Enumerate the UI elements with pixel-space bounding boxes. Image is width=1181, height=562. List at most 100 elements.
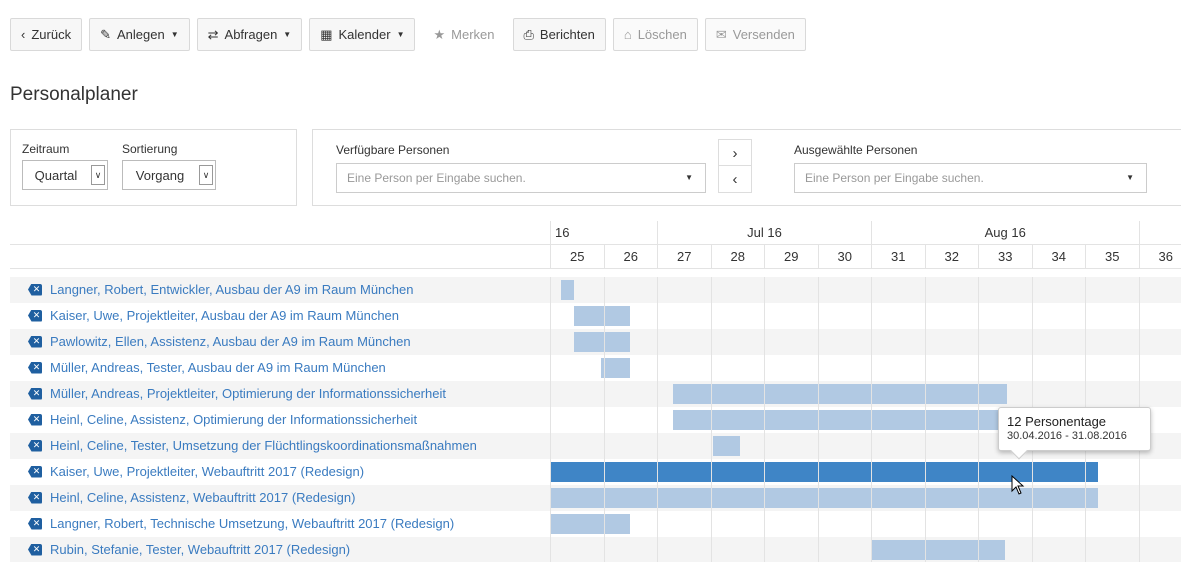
remove-assignment-icon[interactable]: ✕ xyxy=(28,439,42,452)
gantt-row: ✕ Kaiser, Uwe, Projektleiter, Webauftritt… xyxy=(10,459,1181,485)
assignment-label: Langner, Robert, Entwickler, Ausbau der … xyxy=(50,282,414,297)
chevron-down-icon: ∨ xyxy=(199,165,213,185)
mouse-pointer-icon xyxy=(1011,475,1025,495)
trash-icon: ⌂ xyxy=(623,27,632,42)
assignment-link[interactable]: ✕ Müller, Andreas, Tester, Ausbau der A9 … xyxy=(28,360,386,375)
month-header-cell: Aug 16 xyxy=(871,221,1139,245)
toolbar: ‹ Zurück ✎ Anlegen ▼ ⇄ Abfragen ▼ ▦ Kale… xyxy=(10,18,813,51)
week-grid-line xyxy=(550,277,551,562)
month-header-cell: Jul 16 xyxy=(657,221,871,245)
retweet-icon: ⇄ xyxy=(207,26,219,42)
assignment-link[interactable]: ✕ Müller, Andreas, Projektleiter, Optimie… xyxy=(28,386,446,401)
gantt-row: ✕ Heinl, Celine, Assistenz, Webauftritt 2… xyxy=(10,485,1181,511)
assignment-link[interactable]: ✕ Heinl, Celine, Tester, Umsetzung der Fl… xyxy=(28,438,477,453)
assignment-link[interactable]: ✕ Pawlowitz, Ellen, Assistenz, Ausbau der… xyxy=(28,334,411,349)
month-header-row: 16 Jul 16 Aug 16 xyxy=(10,221,1181,245)
caret-down-icon: ▼ xyxy=(685,173,693,182)
assignment-label: Rubin, Stefanie, Tester, Webauftritt 201… xyxy=(50,542,351,557)
assignment-link[interactable]: ✕ Heinl, Celine, Assistenz, Webauftritt 2… xyxy=(28,490,355,505)
gantt-row: ✕ Pawlowitz, Ellen, Assistenz, Ausbau der… xyxy=(10,329,1181,355)
week-grid-line xyxy=(817,277,819,562)
available-persons-label: Verfügbare Personen xyxy=(336,143,450,157)
assignment-link[interactable]: ✕ Heinl, Celine, Assistenz, Optimierung d… xyxy=(28,412,417,427)
remove-assignment-icon[interactable]: ✕ xyxy=(28,283,42,296)
sort-label: Sortierung xyxy=(122,142,178,156)
week-header-cell: 36 xyxy=(1138,245,1181,269)
assignment-bar[interactable] xyxy=(550,514,631,534)
assignment-bar[interactable] xyxy=(574,306,631,326)
sort-select[interactable]: Vorgang ∨ xyxy=(122,160,216,190)
assignment-link[interactable]: ✕ Rubin, Stefanie, Tester, Webauftritt 20… xyxy=(28,542,350,557)
assignment-bar[interactable] xyxy=(871,540,1005,560)
assignment-bar[interactable] xyxy=(673,410,1008,430)
month-header-cell xyxy=(1138,221,1181,245)
assignment-label: Pawlowitz, Ellen, Assistenz, Ausbau der … xyxy=(50,334,411,349)
period-select[interactable]: Quartal ∨ xyxy=(22,160,108,190)
assignment-label: Heinl, Celine, Tester, Umsetzung der Flü… xyxy=(50,438,477,453)
assignment-bar[interactable] xyxy=(600,358,631,378)
star-icon: ★ xyxy=(433,26,446,42)
gantt-row: ✕ Rubin, Stefanie, Tester, Webauftritt 20… xyxy=(10,537,1181,562)
week-grid-line xyxy=(978,277,979,562)
assignment-bar[interactable] xyxy=(560,280,575,300)
assignment-label: Heinl, Celine, Assistenz, Optimierung de… xyxy=(50,412,418,427)
remove-assignment-icon[interactable]: ✕ xyxy=(28,413,42,426)
week-grid-line xyxy=(924,277,926,562)
week-header-cell: 30 xyxy=(817,245,872,269)
assignment-bar[interactable] xyxy=(574,332,631,352)
gantt-row: ✕ Langner, Robert, Entwickler, Ausbau der… xyxy=(10,277,1181,303)
chevron-left-icon: ‹ xyxy=(21,27,26,42)
week-grid-line xyxy=(603,277,605,562)
assignment-label: Müller, Andreas, Projektleiter, Optimier… xyxy=(50,386,446,401)
print-icon: ⎙ xyxy=(523,26,534,42)
remove-assignment-icon[interactable]: ✕ xyxy=(28,387,42,400)
assignment-bar[interactable] xyxy=(713,436,740,456)
week-header-cell: 29 xyxy=(764,245,818,269)
caret-down-icon: ▼ xyxy=(170,30,179,39)
page-title: Personalplaner xyxy=(10,84,138,105)
caret-down-icon: ▼ xyxy=(1126,173,1134,182)
assignment-link[interactable]: ✕ Kaiser, Uwe, Projektleiter, Ausbau der … xyxy=(28,308,399,323)
add-person-button[interactable]: › xyxy=(718,139,752,167)
week-header-cell: 26 xyxy=(603,245,658,269)
queries-button[interactable]: ⇄ Abfragen ▼ xyxy=(196,18,303,51)
assignment-link[interactable]: ✕ Langner, Robert, Technische Umsetzung, … xyxy=(28,516,454,531)
edit-icon: ✎ xyxy=(100,26,111,42)
reports-button[interactable]: ⎙ Berichten xyxy=(512,18,606,51)
period-label: Zeitraum xyxy=(22,142,70,156)
calendar-button[interactable]: ▦ Kalender ▼ xyxy=(309,18,416,51)
selected-persons-search[interactable]: Eine Person per Eingabe suchen. ▼ xyxy=(794,163,1147,193)
envelope-icon: ✉ xyxy=(715,26,727,42)
gantt-row: ✕ Müller, Andreas, Tester, Ausbau der A9 … xyxy=(10,355,1181,381)
remove-assignment-icon[interactable]: ✕ xyxy=(28,335,42,348)
tooltip-dates: 30.04.2016 - 31.08.2016 xyxy=(1007,430,1127,442)
week-header-cell: 33 xyxy=(978,245,1032,269)
remove-assignment-icon[interactable]: ✕ xyxy=(28,517,42,530)
assignment-link[interactable]: ✕ Kaiser, Uwe, Projektleiter, Webauftritt… xyxy=(28,464,364,479)
bookmark-button[interactable]: ★ Merken xyxy=(422,18,505,51)
remove-assignment-icon[interactable]: ✕ xyxy=(28,465,42,478)
gantt-row: ✕ Langner, Robert, Technische Umsetzung, … xyxy=(10,511,1181,537)
available-persons-search[interactable]: Eine Person per Eingabe suchen. ▼ xyxy=(336,163,706,193)
week-header-row: 25 26 27 28 29 30 31 32 33 34 35 36 xyxy=(10,245,1181,269)
assignment-label: Langner, Robert, Technische Umsetzung, W… xyxy=(50,516,455,531)
delete-button[interactable]: ⌂ Löschen xyxy=(612,18,698,51)
remove-assignment-icon[interactable]: ✕ xyxy=(28,491,42,504)
back-button[interactable]: ‹ Zurück xyxy=(10,18,83,51)
week-grid-line xyxy=(657,277,658,562)
remove-assignment-icon[interactable]: ✕ xyxy=(28,361,42,374)
remove-person-button[interactable]: ‹ xyxy=(718,165,752,193)
assignment-bar[interactable] xyxy=(673,384,1008,404)
tooltip-title: 12 Personentage xyxy=(1007,414,1107,429)
remove-assignment-icon[interactable]: ✕ xyxy=(28,543,42,556)
caret-down-icon: ▼ xyxy=(396,30,405,39)
week-header-cell: 25 xyxy=(550,245,604,269)
assignment-label: Müller, Andreas, Tester, Ausbau der A9 i… xyxy=(50,360,386,375)
send-button[interactable]: ✉ Versenden xyxy=(704,18,806,51)
remove-assignment-icon[interactable]: ✕ xyxy=(28,309,42,322)
week-grid-line xyxy=(764,277,765,562)
create-button[interactable]: ✎ Anlegen ▼ xyxy=(89,18,190,51)
week-header-cell: 27 xyxy=(657,245,711,269)
assignment-link[interactable]: ✕ Langner, Robert, Entwickler, Ausbau der… xyxy=(28,282,413,297)
bar-tooltip: 12 Personentage 30.04.2016 - 31.08.2016 xyxy=(998,407,1151,460)
